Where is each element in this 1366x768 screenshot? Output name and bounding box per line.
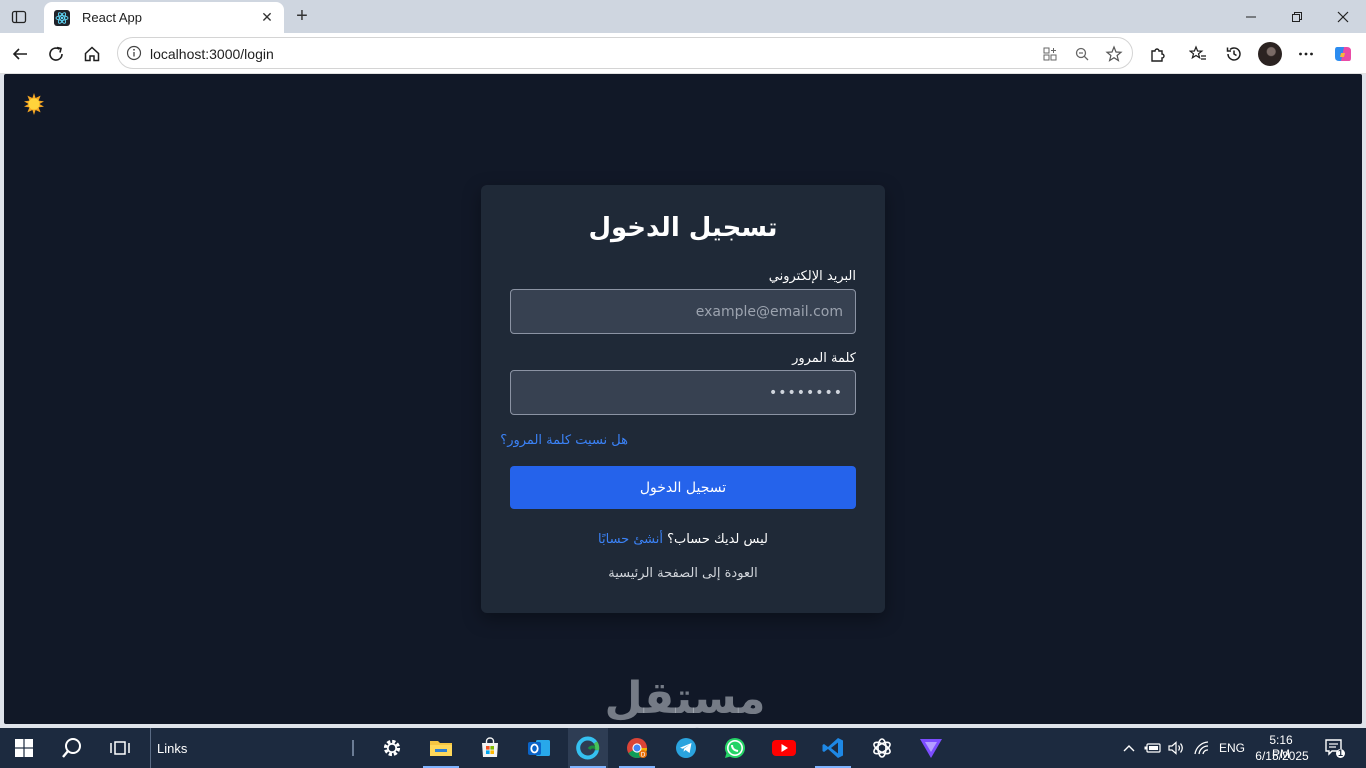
extensions-icon[interactable] bbox=[1144, 41, 1170, 67]
whatsapp-icon[interactable] bbox=[715, 728, 755, 768]
language-indicator[interactable]: ENG bbox=[1219, 741, 1245, 755]
vscode-icon[interactable] bbox=[813, 728, 853, 768]
edge-browser-icon[interactable] bbox=[568, 728, 608, 768]
page-title: تسجيل الدخول bbox=[588, 213, 778, 243]
back-icon[interactable] bbox=[7, 41, 33, 67]
wifi-icon[interactable] bbox=[1190, 728, 1212, 768]
more-options-icon[interactable] bbox=[1293, 41, 1319, 67]
zoom-icon[interactable] bbox=[1072, 44, 1092, 64]
email-field[interactable] bbox=[510, 289, 856, 334]
restore-icon[interactable] bbox=[1274, 0, 1320, 33]
battery-icon[interactable] bbox=[1141, 728, 1165, 768]
tab-title: React App bbox=[82, 10, 142, 25]
microsoft-store-icon[interactable] bbox=[470, 728, 510, 768]
task-view-icon[interactable] bbox=[100, 728, 140, 768]
create-account-link[interactable]: أنشئ حسابًا bbox=[598, 532, 663, 547]
history-icon[interactable] bbox=[1221, 41, 1247, 67]
taskbar-divider[interactable] bbox=[352, 740, 354, 756]
url-text[interactable]: localhost:3000/login bbox=[150, 46, 274, 62]
browser-tab-active[interactable]: React App ✕ bbox=[44, 2, 284, 33]
profile-avatar[interactable] bbox=[1258, 42, 1282, 66]
copilot-icon[interactable] bbox=[1330, 41, 1356, 67]
login-button[interactable]: تسجيل الدخول bbox=[510, 466, 856, 509]
no-account-text: ليس لديك حساب؟ bbox=[667, 532, 768, 547]
new-tab-button[interactable]: + bbox=[290, 4, 314, 28]
youtube-icon[interactable] bbox=[764, 728, 804, 768]
email-label: البريد الإلكتروني bbox=[768, 269, 856, 284]
signup-row: ليس لديك حساب؟ أنشئ حسابًا bbox=[481, 532, 885, 547]
chatgpt-icon[interactable] bbox=[862, 728, 902, 768]
react-logo-icon bbox=[54, 9, 70, 26]
minimize-icon[interactable] bbox=[1228, 0, 1274, 33]
windows-taskbar: Links D ENG 5:16 PM 6/15/2025 1 bbox=[0, 728, 1366, 768]
file-explorer-icon[interactable] bbox=[421, 728, 461, 768]
back-home-link[interactable]: العودة إلى الصفحة الرئيسية bbox=[481, 566, 885, 581]
outlook-icon[interactable] bbox=[519, 728, 559, 768]
home-icon[interactable] bbox=[79, 41, 105, 67]
favorite-star-icon[interactable] bbox=[1104, 44, 1124, 64]
browser-tab-bar: React App ✕ + bbox=[0, 0, 1366, 33]
favorites-icon[interactable] bbox=[1185, 41, 1211, 67]
chrome-icon[interactable]: D bbox=[617, 728, 657, 768]
tab-actions-icon[interactable] bbox=[8, 6, 30, 28]
notification-center-icon[interactable]: 1 bbox=[1318, 728, 1352, 768]
browser-toolbar: localhost:3000/login bbox=[0, 33, 1366, 74]
svg-text:D: D bbox=[641, 752, 646, 759]
volume-icon[interactable] bbox=[1165, 728, 1187, 768]
site-info-icon[interactable] bbox=[126, 45, 142, 61]
forgot-password-link[interactable]: هل نسيت كلمة المرور؟ bbox=[500, 433, 628, 448]
sun-icon[interactable] bbox=[23, 93, 45, 115]
page-viewport: تسجيل الدخول البريد الإلكتروني كلمة المر… bbox=[4, 74, 1362, 724]
vpn-app-icon[interactable] bbox=[911, 728, 951, 768]
show-hidden-icons-icon[interactable] bbox=[1118, 728, 1140, 768]
address-bar[interactable]: localhost:3000/login bbox=[117, 37, 1133, 69]
password-label: كلمة المرور bbox=[792, 351, 856, 366]
clock-date[interactable]: 6/15/2025 bbox=[1253, 749, 1311, 763]
window-close-icon[interactable] bbox=[1320, 0, 1366, 33]
notification-count: 1 bbox=[1338, 748, 1344, 758]
tab-close-icon[interactable]: ✕ bbox=[258, 9, 276, 27]
settings-gear-icon[interactable] bbox=[372, 728, 412, 768]
login-card: تسجيل الدخول البريد الإلكتروني كلمة المر… bbox=[481, 185, 885, 613]
telegram-icon[interactable] bbox=[666, 728, 706, 768]
refresh-icon[interactable] bbox=[43, 41, 69, 67]
search-icon[interactable] bbox=[52, 728, 92, 768]
windows-start-icon[interactable] bbox=[4, 728, 44, 768]
app-available-icon[interactable] bbox=[1040, 44, 1060, 64]
links-toolbar[interactable]: Links bbox=[150, 728, 187, 768]
password-field[interactable] bbox=[510, 370, 856, 415]
links-label[interactable]: Links bbox=[157, 741, 187, 756]
